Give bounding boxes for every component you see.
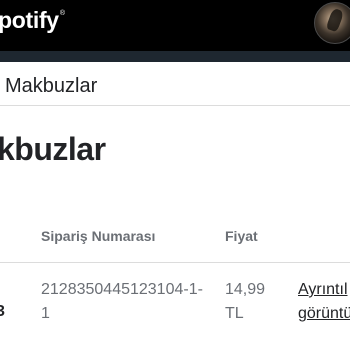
table-cell-price: 14,99 TL bbox=[225, 281, 266, 322]
avatar[interactable] bbox=[314, 2, 350, 44]
table-row-divider bbox=[0, 262, 350, 263]
page-title: kbuzlar bbox=[0, 131, 106, 167]
sub-navbar bbox=[0, 51, 350, 62]
table-cell-order-number: 2128350445123104-1-1 bbox=[41, 281, 203, 322]
table-cell-first: 3 bbox=[0, 303, 5, 320]
column-header-order-number: Sipariş Numarası bbox=[41, 228, 156, 244]
spotify-logo[interactable]: potify® bbox=[0, 7, 65, 34]
top-navbar: potify® bbox=[0, 0, 350, 51]
breadcrumb-current[interactable]: Makbuzlar bbox=[5, 75, 97, 98]
logo-text: potify bbox=[0, 7, 59, 33]
view-details-link[interactable]: Ayrıntıl görüntü bbox=[298, 278, 350, 326]
registered-mark: ® bbox=[59, 10, 65, 17]
column-header-price: Fiyat bbox=[225, 228, 258, 244]
